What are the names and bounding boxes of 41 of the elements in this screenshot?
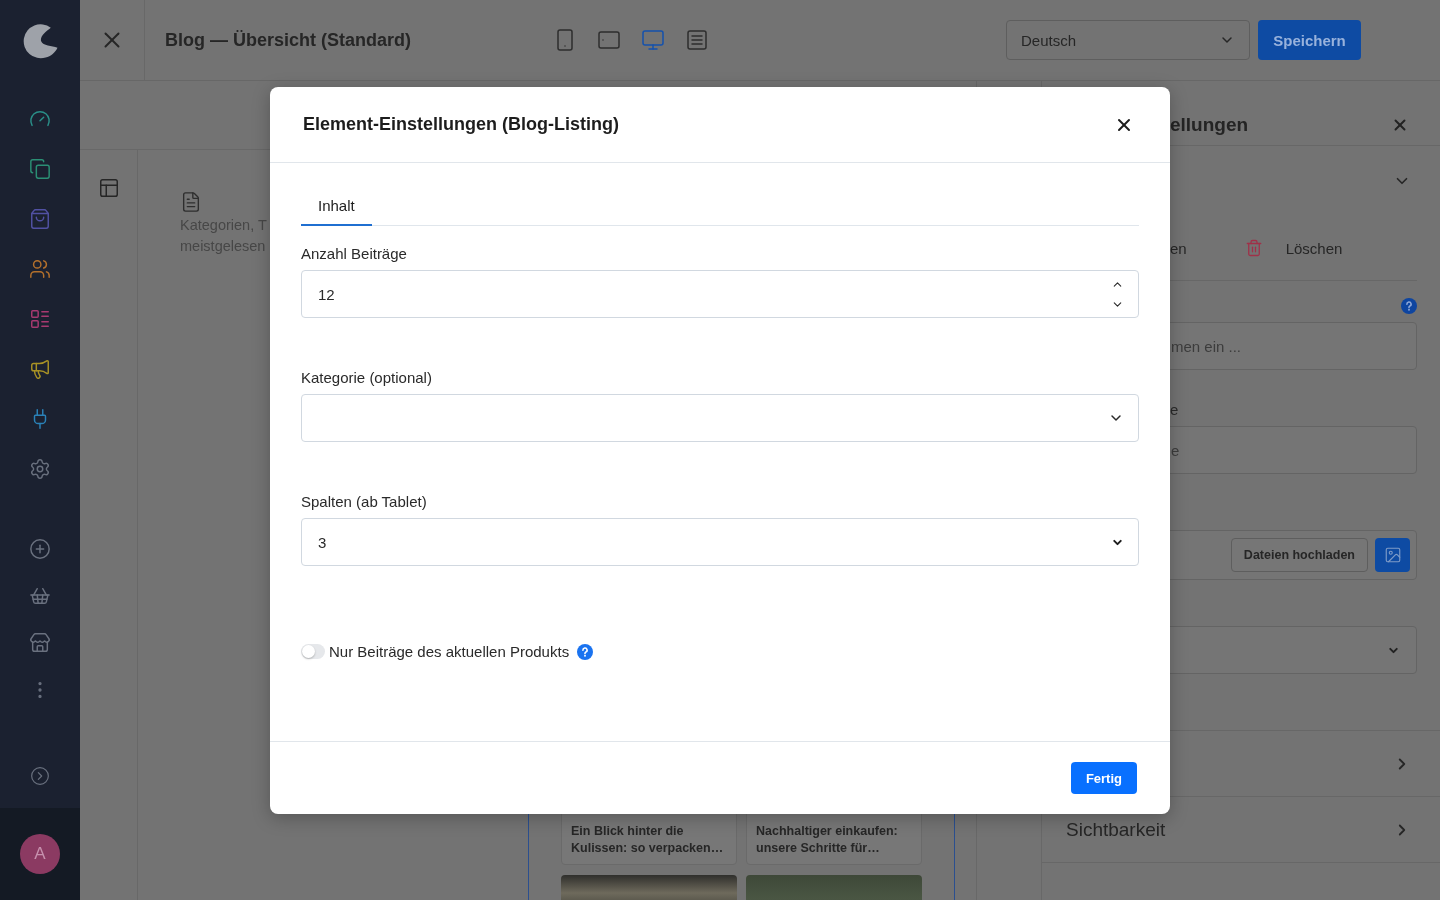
language-select[interactable]: Deutsch	[1006, 20, 1250, 60]
trash-icon	[1244, 239, 1263, 257]
media-button[interactable]	[1375, 538, 1410, 572]
number-input[interactable]: 12	[301, 270, 1139, 318]
settings-icon[interactable]	[29, 458, 51, 480]
chevron-circle-icon[interactable]	[30, 766, 50, 786]
post-title: Nachhaltiger einkaufen: unsere Schritte für…	[756, 823, 899, 857]
dialog-title: Element-Einstellungen (Blog-Listing)	[303, 114, 619, 135]
page-title: Blog — Übersicht (Standard)	[165, 29, 411, 51]
basket-icon[interactable]	[29, 585, 51, 607]
store-icon[interactable]	[29, 632, 51, 654]
document-icon	[180, 191, 202, 213]
help-icon[interactable]	[1401, 298, 1417, 314]
upload-button[interactable]: Dateien hochladen	[1230, 538, 1368, 572]
plus-circle-icon[interactable]	[29, 538, 51, 560]
save-button[interactable]: Speichern	[1258, 20, 1361, 60]
avatar[interactable]: A	[20, 834, 60, 874]
select-field[interactable]: 3	[301, 518, 1139, 566]
layout-icon[interactable]	[97, 177, 120, 199]
megaphone-icon[interactable]	[29, 358, 51, 380]
post-title: Ein Blick hinter die Kulissen: so verpacken…	[571, 823, 725, 857]
field-label: Kategorie (optional)	[301, 368, 432, 388]
panel-title: ellungen	[1170, 114, 1249, 136]
copy-icon[interactable]	[29, 158, 51, 180]
delete-button[interactable]: Löschen	[1244, 239, 1343, 257]
text-lines-icon[interactable]	[685, 28, 709, 52]
image-icon	[1383, 546, 1402, 564]
layout-list-icon[interactable]	[29, 308, 51, 330]
done-button[interactable]: Fertig	[1070, 762, 1137, 794]
field-label: Spalten (ab Tablet)	[301, 492, 427, 512]
field-label: Anzahl Beiträge	[301, 244, 407, 264]
toggle-switch[interactable]	[301, 644, 325, 659]
logo-icon[interactable]	[22, 22, 58, 59]
tablet-icon[interactable]	[597, 28, 621, 52]
field-label: e	[1170, 401, 1179, 418]
shopping-bag-icon[interactable]	[29, 208, 51, 230]
toggle-label: Nur Beiträge des aktuellen Produkts	[329, 643, 570, 660]
tab[interactable]: Inhalt	[301, 190, 372, 226]
users-icon[interactable]	[29, 258, 51, 280]
action-button[interactable]: en	[1170, 239, 1187, 257]
help-icon[interactable]	[577, 643, 594, 660]
